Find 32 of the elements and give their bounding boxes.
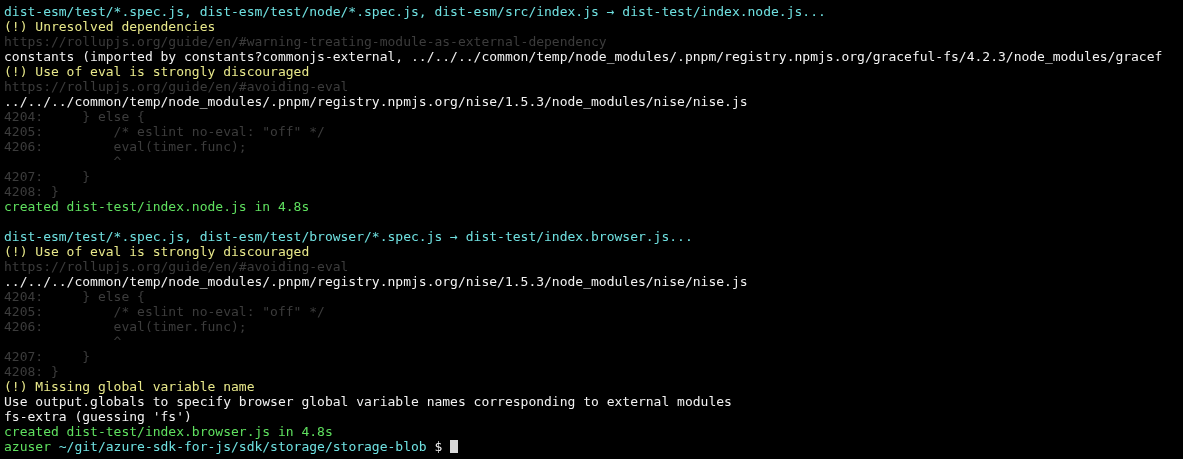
warning-line: (!) Use of eval is strongly discouraged — [4, 244, 310, 259]
code-line: 4205: /* eslint no-eval: "off" */ — [4, 304, 325, 319]
link-line[interactable]: https://rollupjs.org/guide/en/#avoiding-eval — [4, 79, 349, 94]
code-line: 4206: eval(timer.func); — [4, 139, 247, 154]
code-line: 4204: } else { — [4, 289, 145, 304]
warning-line: (!) Unresolved dependencies — [4, 19, 216, 34]
command-line: dist-esm/test/*.spec.js, dist-esm/test/node/*.spec.js, dist-esm/src/index.js → dist-test/index.node.js... — [4, 4, 826, 19]
output-line: fs-extra (guessing 'fs') — [4, 409, 192, 424]
output-line: ../../../common/temp/node_modules/.pnpm/registry.npmjs.org/nise/1.5.3/node_modules/nise/nise.js — [4, 94, 748, 109]
link-line[interactable]: https://rollupjs.org/guide/en/#avoiding-eval — [4, 259, 349, 274]
prompt-user: azuser — [4, 439, 51, 454]
output-line: Use output.globals to specify browser global variable names corresponding to external modules — [4, 394, 732, 409]
prompt-path: ~/git/azure-sdk-for-js/sdk/storage/storage-blob — [58, 439, 427, 454]
success-line: created dist-test/index.node.js in 4.8s — [4, 199, 310, 214]
warning-line: (!) Missing global variable name — [4, 379, 255, 394]
code-line: 4208: } — [4, 364, 59, 379]
cursor-icon — [450, 440, 459, 453]
link-line[interactable]: https://rollupjs.org/guide/en/#warning-treating-module-as-external-dependency — [4, 34, 607, 49]
code-line: 4204: } else { — [4, 109, 145, 124]
code-line: 4207: } — [4, 169, 91, 184]
prompt-symbol: $ — [434, 439, 443, 454]
output-line: ../../../common/temp/node_modules/.pnpm/registry.npmjs.org/nise/1.5.3/node_modules/nise/nise.js — [4, 274, 748, 289]
success-line: created dist-test/index.browser.js in 4.8s — [4, 424, 333, 439]
command-line: dist-esm/test/*.spec.js, dist-esm/test/browser/*.spec.js → dist-test/index.browser.js... — [4, 229, 693, 244]
code-line: 4208: } — [4, 184, 59, 199]
code-line: 4207: } — [4, 349, 91, 364]
warning-line: (!) Use of eval is strongly discouraged — [4, 64, 310, 79]
code-line: ^ — [112, 334, 122, 349]
output-line: constants (imported by constants?commonjs-external, ../../../common/temp/node_modules/.pnpm/registry.npmjs.org/graceful-fs/4.2.3/node_modules/gracef — [4, 49, 1163, 64]
code-line: 4206: eval(timer.func); — [4, 319, 247, 334]
code-line: ^ — [112, 154, 122, 169]
code-line: 4205: /* eslint no-eval: "off" */ — [4, 124, 325, 139]
